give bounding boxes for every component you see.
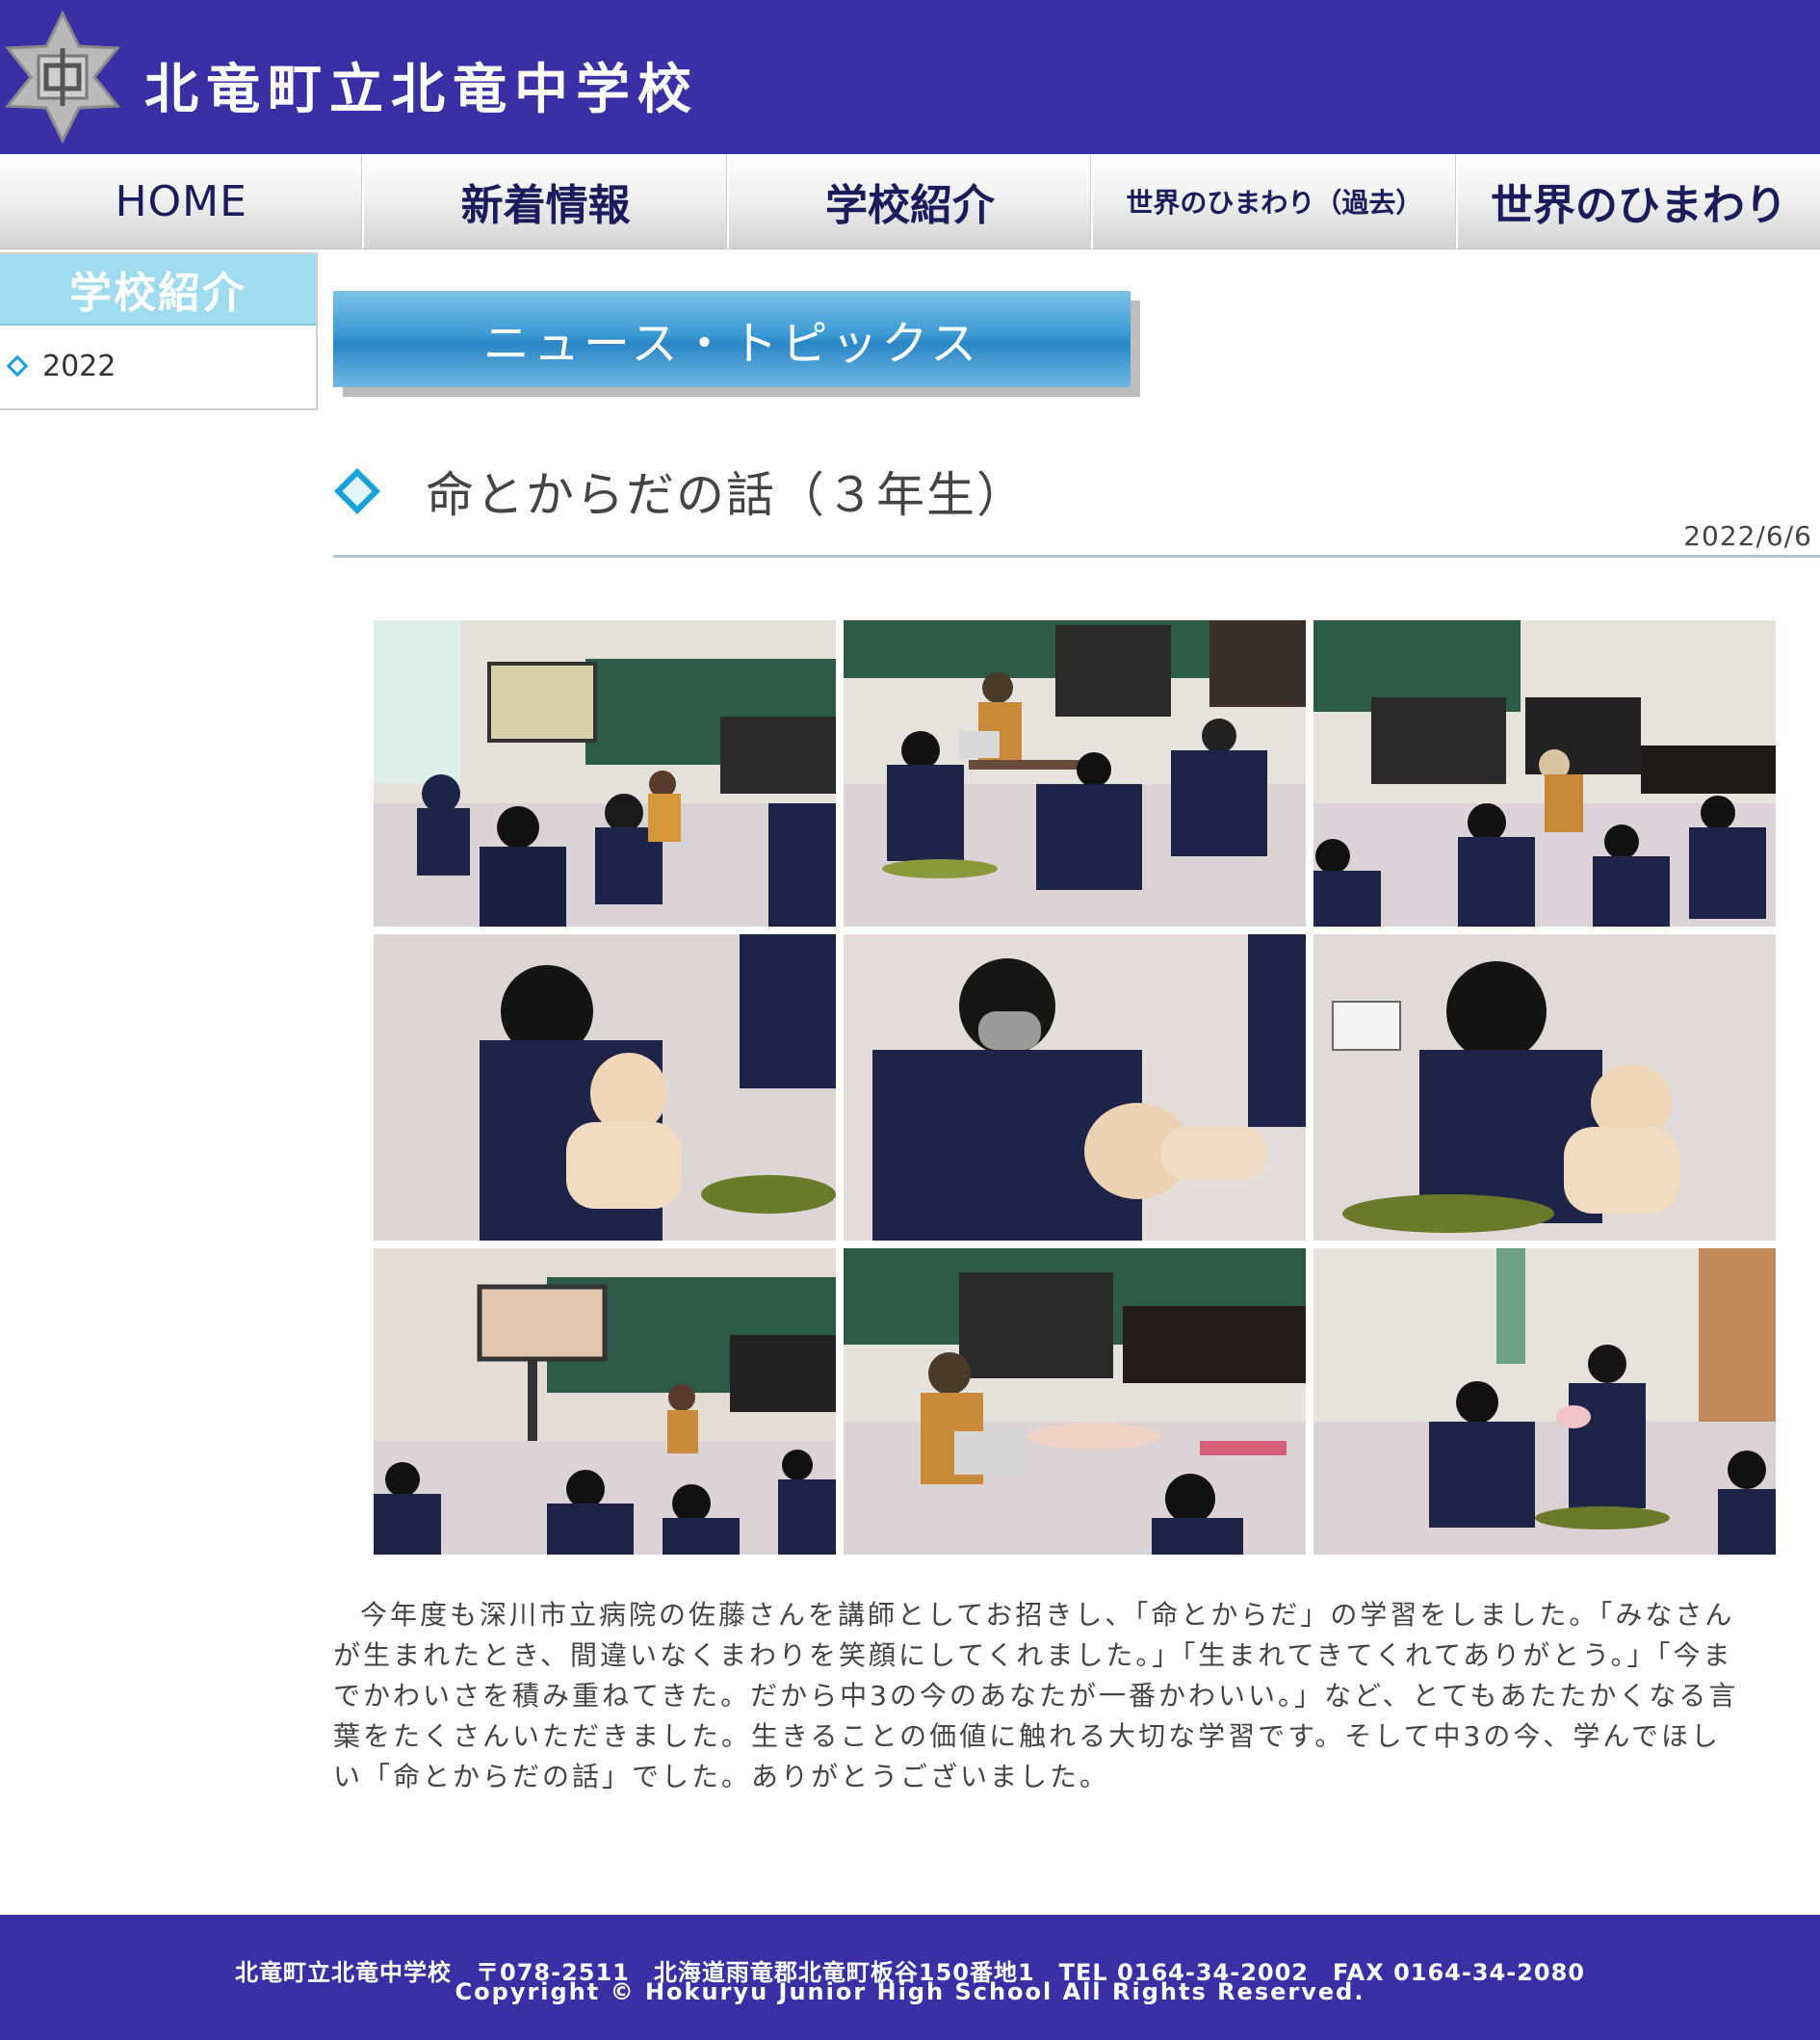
school-emblem-icon[interactable] bbox=[0, 10, 125, 144]
article-date: 2022/6/6 bbox=[1683, 520, 1812, 552]
main-nav: HOME 新着情報 学校紹介 世界のひまわり（過去） 世界のひまわり bbox=[0, 154, 1820, 249]
site-title[interactable]: 北竜町立北竜中学校 bbox=[144, 46, 699, 124]
diamond-icon bbox=[333, 467, 381, 515]
sidebar-item-2022[interactable]: 2022 bbox=[0, 326, 316, 406]
gallery-photo[interactable] bbox=[374, 934, 836, 1241]
nav-sunflowers[interactable]: 世界のひまわり bbox=[1458, 154, 1820, 248]
gallery-photo[interactable] bbox=[1313, 1248, 1776, 1555]
gallery-photo[interactable] bbox=[374, 620, 836, 927]
gallery-photo[interactable] bbox=[1313, 620, 1776, 927]
nav-home[interactable]: HOME bbox=[0, 154, 365, 248]
article-title-row: 命とからだの話（３年生） bbox=[333, 453, 1816, 530]
gallery-photo[interactable] bbox=[844, 620, 1306, 927]
gallery-photo[interactable] bbox=[844, 1248, 1306, 1555]
nav-news[interactable]: 新着情報 bbox=[364, 154, 729, 248]
gallery-photo[interactable] bbox=[844, 934, 1306, 1241]
photo-gallery bbox=[374, 620, 1776, 1555]
nav-school-intro[interactable]: 学校紹介 bbox=[729, 154, 1094, 248]
article-body: 今年度も深川市立病院の佐藤さんを講師としてお招きし、「命とからだ」の学習をしまし… bbox=[333, 1599, 1739, 1792]
footer-copyright: Copyright © Hokuryu Junior High School A… bbox=[455, 1978, 1365, 2005]
gallery-photo[interactable] bbox=[1313, 934, 1776, 1241]
title-divider bbox=[333, 555, 1820, 558]
sidebar-heading: 学校紹介 bbox=[0, 254, 316, 326]
article-title: 命とからだの話（３年生） bbox=[426, 467, 1027, 523]
nav-sunflowers-past[interactable]: 世界のひまわり（過去） bbox=[1093, 154, 1458, 248]
site-header: 北竜町立北竜中学校 bbox=[0, 0, 1820, 154]
site-footer: 北竜町立北竜中学校 〒078-2511 北海道雨竜郡北竜町板谷150番地1 TE… bbox=[0, 1915, 1820, 2040]
news-topics-banner: ニュース・トピックス bbox=[333, 291, 1131, 387]
gallery-photo[interactable] bbox=[374, 1248, 836, 1555]
sidebar-item-label: 2022 bbox=[42, 349, 117, 383]
diamond-bullet-icon bbox=[6, 354, 29, 378]
sidebar: 学校紹介 2022 bbox=[0, 252, 318, 410]
